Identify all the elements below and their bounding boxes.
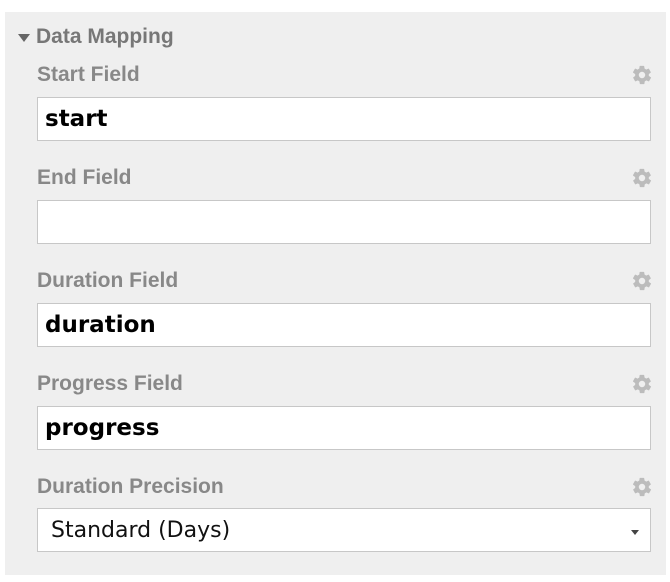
- start-field-label: Start Field: [37, 63, 140, 86]
- end-field-settings-gear-icon[interactable]: [631, 167, 653, 189]
- duration-field-input[interactable]: [37, 303, 651, 347]
- duration-field-label: Duration Field: [37, 269, 179, 292]
- progress-field-label: Progress Field: [37, 372, 183, 395]
- data-mapping-header[interactable]: Data Mapping: [18, 25, 174, 49]
- progress-field-settings-gear-icon[interactable]: [631, 373, 653, 395]
- end-field-label: End Field: [37, 166, 132, 189]
- progress-field-input[interactable]: [37, 406, 651, 450]
- duration-precision-value: Standard (Days): [51, 517, 231, 543]
- duration-precision-settings-gear-icon[interactable]: [631, 476, 653, 498]
- section-title: Data Mapping: [36, 25, 174, 48]
- chevron-down-icon: [631, 529, 639, 535]
- dropdown-toggle[interactable]: [620, 509, 650, 551]
- data-mapping-panel: Data Mapping Start Field End Field Durat…: [5, 12, 666, 575]
- start-field-settings-gear-icon[interactable]: [631, 64, 653, 86]
- duration-field-settings-gear-icon[interactable]: [631, 270, 653, 292]
- end-field-input[interactable]: [37, 200, 651, 244]
- duration-precision-label: Duration Precision: [37, 475, 224, 498]
- duration-precision-select[interactable]: Standard (Days): [37, 508, 651, 552]
- caret-down-icon[interactable]: [18, 33, 30, 42]
- start-field-input[interactable]: [37, 97, 651, 141]
